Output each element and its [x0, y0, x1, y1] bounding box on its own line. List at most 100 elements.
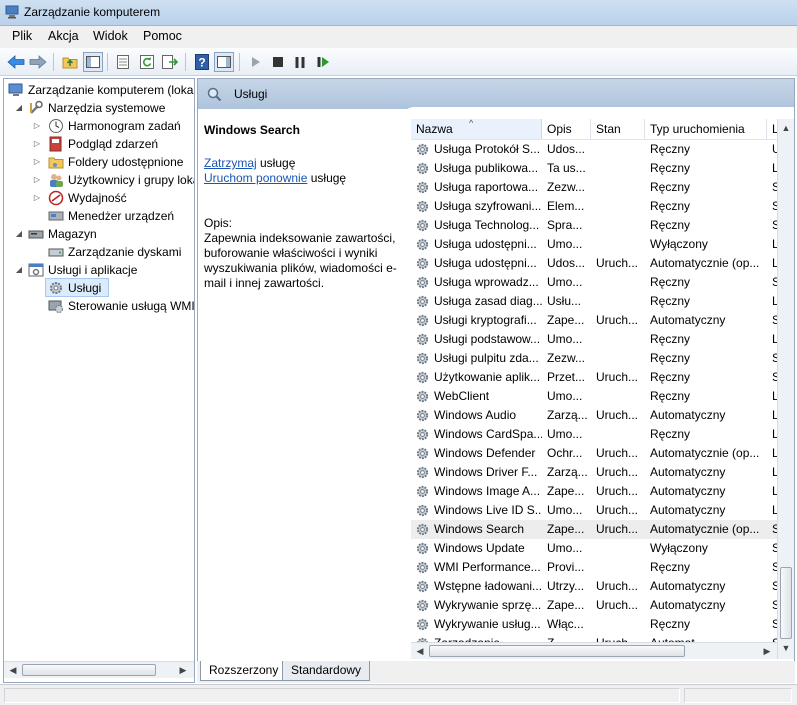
tree-item-event-viewer[interactable]: ▷ Podgląd zdarzeń — [4, 135, 194, 153]
tab-extended[interactable]: Rozszerzony — [200, 661, 288, 681]
service-row[interactable]: Usługa udostępni... Umo... Wyłączony L — [411, 235, 794, 254]
export-list-icon[interactable] — [113, 52, 133, 72]
scroll-right-icon[interactable]: ▶ — [760, 644, 774, 658]
expand-arrow-icon[interactable]: ▷ — [32, 189, 42, 207]
scroll-up-icon[interactable]: ▲ — [779, 121, 793, 135]
service-row[interactable]: Wykrywanie sprzę... Zape... Uruch... Automa… — [411, 596, 794, 615]
service-row[interactable]: Usługi podstawow... Umo... Ręczny L — [411, 330, 794, 349]
service-name: Windows Live ID S... — [434, 503, 542, 517]
gear-icon — [416, 409, 429, 422]
export-icon[interactable] — [160, 52, 180, 72]
scroll-left-icon[interactable]: ◀ — [6, 663, 20, 677]
service-row[interactable]: Usługi pulpitu zda... Zezw... Ręczny S — [411, 349, 794, 368]
service-row[interactable]: Windows Defender Ochr... Uruch... Automatyc… — [411, 444, 794, 463]
column-header-description[interactable]: Opis — [542, 119, 591, 139]
service-row[interactable]: Usługa zasad diag... Usłu... Ręczny L — [411, 292, 794, 311]
service-row[interactable]: Usługa raportowa... Zezw... Ręczny S — [411, 178, 794, 197]
expand-arrow-icon[interactable]: ▷ — [32, 153, 42, 171]
stop-service-link[interactable]: Zatrzymaj — [204, 156, 257, 170]
services-horizontal-scrollbar[interactable]: ◀ ▶ — [411, 642, 777, 659]
service-row[interactable]: Windows Audio Zarzą... Uruch... Automatyczn… — [411, 406, 794, 425]
service-status: Uruch... — [596, 503, 639, 517]
service-row[interactable]: Usługa Protokół S...Udos...RęcznyU — [411, 140, 794, 159]
tree-item-disk-management[interactable]: Zarządzanie dyskami — [4, 243, 194, 261]
menu-akcja[interactable]: Akcja — [48, 29, 79, 43]
service-row[interactable]: Wykrywanie usług... Włąc... Ręczny S — [411, 615, 794, 634]
service-startup-type: Ręczny — [650, 389, 691, 403]
tree-item-device-manager[interactable]: Menedżer urządzeń — [4, 207, 194, 225]
expand-arrow-icon[interactable]: ▷ — [32, 117, 42, 135]
collapse-arrow-icon[interactable]: ◢ — [14, 225, 24, 243]
service-description: Zarzą... — [547, 465, 588, 479]
tree-item-performance[interactable]: ▷ Wydajność — [4, 189, 194, 207]
menu-widok[interactable]: Widok — [93, 29, 128, 43]
tree-item-storage[interactable]: ◢ Magazyn — [4, 225, 194, 243]
service-row[interactable]: WMI Performance... Provi... Ręczny S — [411, 558, 794, 577]
title-bar: Zarządzanie komputerem — [0, 0, 797, 26]
expand-arrow-icon[interactable]: ▷ — [32, 171, 42, 189]
start-icon[interactable] — [246, 52, 266, 72]
expand-arrow-icon[interactable]: ▷ — [32, 135, 42, 153]
wmi-icon — [48, 300, 63, 313]
scrollbar-thumb[interactable] — [429, 645, 685, 657]
tree-item-local-users[interactable]: ▷ Użytkownicy i grupy lokalne — [4, 171, 194, 189]
storage-icon — [28, 230, 44, 239]
service-row[interactable]: Windows Image A... Zape... Uruch... Automat… — [411, 482, 794, 501]
service-row[interactable]: Windows Update Umo... Wyłączony S — [411, 539, 794, 558]
column-header-status[interactable]: Stan — [591, 119, 645, 139]
scrollbar-thumb[interactable] — [780, 567, 792, 639]
back-icon[interactable] — [6, 52, 26, 72]
service-description: Zape... — [547, 484, 585, 498]
refresh-icon[interactable] — [137, 52, 157, 72]
service-row[interactable]: Użytkowanie aplik... Przet... Uruch... Ręcz… — [411, 368, 794, 387]
forward-icon[interactable] — [28, 52, 48, 72]
menu-pomoc[interactable]: Pomoc — [143, 29, 182, 43]
column-header-name[interactable]: Nazwa ^ — [411, 119, 542, 139]
service-row[interactable]: Usługi kryptografi... Zape... Uruch... Auto… — [411, 311, 794, 330]
toolbar: ? — [0, 48, 797, 76]
tree-item-services[interactable]: Usługi — [45, 278, 109, 297]
menu-bar: Plik Akcja Widok Pomoc — [0, 26, 797, 48]
stop-icon[interactable] — [268, 52, 288, 72]
service-row[interactable]: Usługa udostępni... Udos... Uruch... Automa… — [411, 254, 794, 273]
tree-item-task-scheduler[interactable]: ▷ Harmonogram zadań — [4, 117, 194, 135]
column-header-startup-type[interactable]: Typ uruchomienia — [645, 119, 767, 139]
service-startup-type: Automatycznie (op... — [650, 522, 760, 536]
collapse-arrow-icon[interactable]: ◢ — [14, 261, 24, 279]
scroll-right-icon[interactable]: ▶ — [176, 663, 190, 677]
scroll-down-icon[interactable]: ▼ — [779, 641, 793, 655]
service-row[interactable]: Windows Search Zape... Uruch... Automatyczn… — [411, 520, 794, 539]
service-row[interactable]: Windows CardSpa... Umo... Ręczny L — [411, 425, 794, 444]
collapse-arrow-icon[interactable]: ◢ — [14, 99, 24, 117]
help-icon[interactable]: ? — [192, 52, 212, 72]
service-row[interactable]: Usługa szyfrowani... Elem... Ręczny S — [411, 197, 794, 216]
service-row[interactable]: Windows Driver F... Zarzą... Uruch... Autom… — [411, 463, 794, 482]
service-row[interactable]: Usługa wprowadz... Umo... Ręczny S — [411, 273, 794, 292]
event-log-icon — [49, 136, 62, 152]
service-row[interactable]: Wstępne ładowani... Utrzy... Uruch... Autom… — [411, 577, 794, 596]
show-hide-action-pane-icon[interactable] — [214, 52, 234, 72]
tree-horizontal-scrollbar[interactable]: ◀ ▶ — [4, 661, 194, 678]
menu-plik[interactable]: Plik — [12, 29, 32, 43]
service-row[interactable]: Windows Live ID S... Umo... Uruch... Automa… — [411, 501, 794, 520]
status-segment — [684, 688, 792, 703]
show-hide-tree-icon[interactable] — [83, 52, 103, 72]
pause-icon[interactable] — [290, 52, 310, 72]
restart-service-link[interactable]: Uruchom ponownie — [204, 171, 307, 185]
gear-icon — [416, 143, 429, 156]
service-row[interactable]: WebClient Umo... Ręczny L — [411, 387, 794, 406]
resume-icon[interactable] — [313, 52, 333, 72]
scroll-left-icon[interactable]: ◀ — [413, 644, 427, 658]
tree-item-root[interactable]: Zarządzanie komputerem (lokalne) — [4, 81, 194, 99]
service-row[interactable]: Usługa publikowa... Ta us... Ręczny L — [411, 159, 794, 178]
tab-standard[interactable]: Standardowy — [282, 661, 371, 681]
services-vertical-scrollbar[interactable]: ▲ ▼ — [777, 119, 794, 659]
service-row[interactable]: Usługa Technolog... Spra... Ręczny S — [411, 216, 794, 235]
scrollbar-thumb[interactable] — [22, 664, 156, 676]
tree-item-wmi-control[interactable]: Sterowanie usługą WMI — [4, 297, 194, 315]
device-manager-icon — [48, 211, 64, 221]
tree-item-services-apps[interactable]: ◢ Usługi i aplikacje — [4, 261, 194, 279]
tree-item-shared-folders[interactable]: ▷ Foldery udostępnione — [4, 153, 194, 171]
up-folder-icon[interactable] — [60, 52, 80, 72]
tree-item-system-tools[interactable]: ◢ Narzędzia systemowe — [4, 99, 194, 117]
